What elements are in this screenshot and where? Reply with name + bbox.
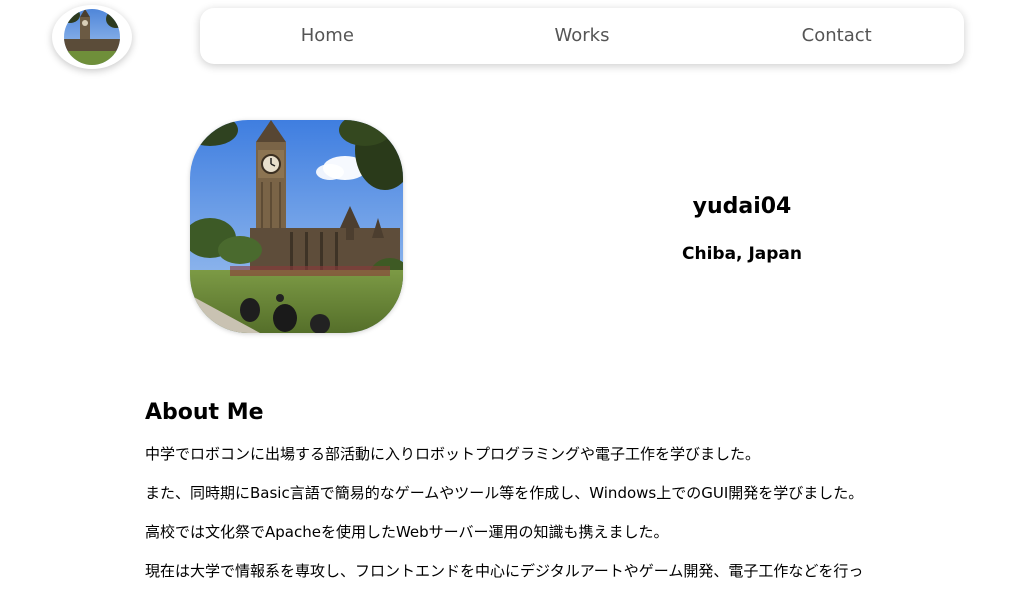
main-nav: Home Works Contact: [200, 8, 964, 64]
about-paragraph: 中学でロボコンに出場する部活動に入りロボットプログラミングや電子工作を学びました…: [145, 445, 761, 463]
about-paragraph: 高校では文化祭でApacheを使用したWebサーバー運用の知識も携えました。: [145, 523, 669, 541]
nav-link-works[interactable]: Works: [455, 8, 710, 64]
about-paragraph: 現在は大学で情報系を専攻し、フロントエンドを中心にデジタルアートやゲーム開発、電…: [145, 562, 864, 580]
nav-link-home[interactable]: Home: [200, 8, 455, 64]
nav-link-contact[interactable]: Contact: [709, 8, 964, 64]
site-logo[interactable]: [52, 5, 132, 69]
about-title: About Me: [145, 400, 264, 425]
profile-location: Chiba, Japan: [682, 244, 802, 264]
about-section: About Me 中学でロボコンに出場する部活動に入りロボットプログラミングや電…: [145, 398, 945, 592]
logo-photo: [64, 9, 120, 65]
profile-name: yudai04: [692, 194, 792, 219]
profile-avatar: [190, 120, 403, 333]
about-paragraph: また、同時期にBasic言語で簡易的なゲームやツール等を作成し、Windows上…: [145, 484, 864, 502]
page: Home Works Contact yudai04 Chiba, Japan …: [0, 0, 1035, 592]
